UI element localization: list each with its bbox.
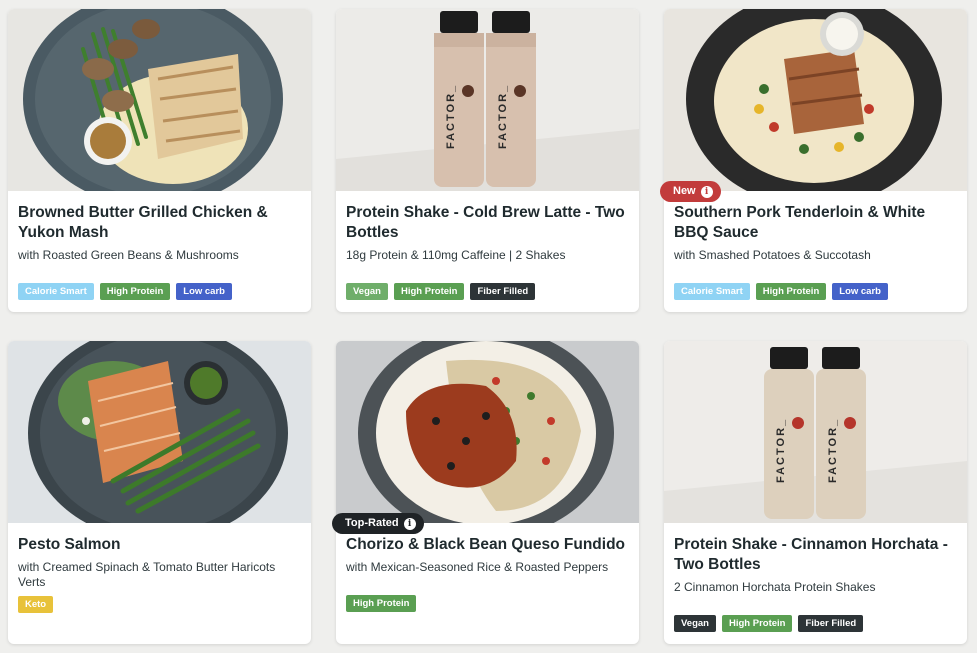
meal-subtitle: 18g Protein & 110mg Caffeine | 2 Shakes (346, 248, 566, 262)
tag-fiber-filled: Fiber Filled (470, 283, 536, 300)
info-icon[interactable]: i (403, 517, 416, 530)
meal-title[interactable]: Southern Pork Tenderloin & White BBQ Sau… (674, 203, 957, 243)
meal-card-horchata-shake[interactable]: FACTOR_ FACTOR_ Protein Shake - Cinnamon… (664, 341, 967, 644)
badge-label: New (673, 185, 696, 197)
tag-vegan: Vegan (346, 283, 388, 300)
tag-list: Vegan High Protein Fiber Filled (346, 283, 536, 300)
tag-keto: Keto (18, 596, 54, 613)
tag-low-carb: Low carb (176, 283, 232, 300)
new-badge[interactable]: New i (660, 181, 721, 202)
info-icon[interactable]: i (700, 185, 713, 198)
meal-title[interactable]: Browned Butter Grilled Chicken & Yukon M… (18, 203, 301, 243)
meal-card-pesto-salmon[interactable]: Pesto Salmon with Creamed Spinach & Toma… (8, 341, 311, 644)
horchata-bottles-image: FACTOR_ FACTOR_ (664, 341, 967, 523)
chicken-plate-image (8, 9, 311, 191)
meal-subtitle: with Roasted Green Beans & Mushrooms (18, 248, 239, 262)
meal-title[interactable]: Pesto Salmon (18, 535, 301, 555)
tag-high-protein: High Protein (755, 283, 827, 300)
meal-card-chorizo-queso[interactable]: Top-Rated i Chorizo & Black Bean Queso F… (332, 341, 639, 644)
meal-title[interactable]: Protein Shake - Cold Brew Latte - Two Bo… (346, 203, 629, 243)
meal-subtitle: 2 Cinnamon Horchata Protein Shakes (674, 580, 876, 594)
tag-calorie-smart: Calorie Smart (674, 283, 750, 300)
meal-card-chicken[interactable]: Browned Butter Grilled Chicken & Yukon M… (8, 9, 311, 312)
tag-low-carb: Low carb (832, 283, 888, 300)
salmon-plate-image (8, 341, 311, 523)
bottle-brand: FACTOR_ (445, 84, 457, 149)
tag-calorie-smart: Calorie Smart (18, 283, 94, 300)
bottle-brand: FACTOR_ (827, 418, 839, 483)
meal-subtitle: with Smashed Potatoes & Succotash (674, 248, 871, 262)
meal-title[interactable]: Protein Shake - Cinnamon Horchata - Two … (674, 535, 957, 575)
tag-list: Keto (18, 596, 54, 613)
meal-title[interactable]: Chorizo & Black Bean Queso Fundido (346, 535, 629, 555)
top-rated-badge[interactable]: Top-Rated i (332, 513, 424, 534)
tag-list: High Protein (346, 595, 417, 612)
tag-list: Vegan High Protein Fiber Filled (674, 615, 864, 632)
tag-fiber-filled: Fiber Filled (798, 615, 864, 632)
badge-label: Top-Rated (345, 517, 399, 529)
tag-list: Calorie Smart High Protein Low carb (674, 283, 888, 300)
meal-card-pork-tenderloin[interactable]: New i Southern Pork Tenderloin & White B… (660, 9, 967, 312)
bottle-brand: FACTOR_ (497, 84, 509, 149)
meal-subtitle: with Creamed Spinach & Tomato Butter Har… (18, 560, 276, 589)
tag-high-protein: High Protein (394, 283, 465, 300)
tag-vegan: Vegan (674, 615, 716, 632)
tag-high-protein: High Protein (722, 615, 793, 632)
chorizo-plate-image: Top-Rated i (332, 341, 639, 534)
tag-high-protein: High Protein (99, 283, 171, 300)
bottle-brand: FACTOR_ (775, 418, 787, 483)
meal-card-cold-brew-shake[interactable]: FACTOR_ FACTOR_ Protein Shake - Cold Bre… (336, 9, 639, 312)
cold-brew-bottles-image: FACTOR_ FACTOR_ (336, 9, 639, 191)
tag-high-protein: High Protein (346, 595, 417, 612)
meal-subtitle: with Mexican-Seasoned Rice & Roasted Pep… (346, 560, 609, 574)
pork-plate-image: New i (660, 9, 967, 202)
tag-list: Calorie Smart High Protein Low carb (18, 283, 232, 300)
